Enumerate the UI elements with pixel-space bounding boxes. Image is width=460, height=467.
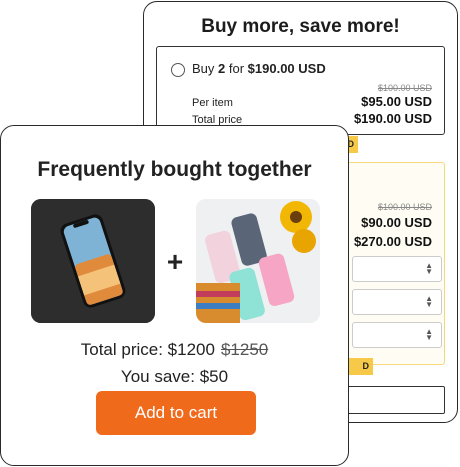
bundle-card: Frequently bought together + Total price… [0,125,349,466]
offer-option-buy-2[interactable]: Buy 2 for $190.00 USD $100.00 USD Per it… [156,46,445,135]
chevron-updown-icon: ▲ ▼ [425,327,433,342]
per-item-label: Per item [192,97,233,109]
bundle-old-price: $1250 [220,340,269,359]
bundle-title: Frequently bought together [37,158,312,181]
per-item-price: $90.00 USD [361,215,432,230]
add-to-cart-button[interactable]: Add to cart [96,391,256,435]
phone-image [31,199,155,323]
variant-select-3[interactable]: ▲ ▼ [352,322,442,348]
phone-product-image[interactable] [31,199,155,323]
volume-discount-title: Buy more, save more! [201,16,400,37]
chevron-updown-icon: ▲ ▼ [425,294,433,309]
total-price-value: $270.00 USD [353,234,432,249]
offer-label: Buy 2 for $190.00 USD [192,61,326,76]
cases-product-image[interactable] [196,199,320,323]
bundle-savings: You save: $50 [120,367,229,386]
per-item-price: $95.00 USD [361,94,432,109]
variant-select-1[interactable]: ▲ ▼ [352,256,442,282]
variant-select-2[interactable]: ▲ ▼ [352,289,442,315]
offer-radio[interactable] [171,63,185,77]
chevron-updown-icon: ▲ ▼ [425,261,433,276]
offer-compare-price: $100.00 USD [377,202,432,212]
bundle-total-price: Total price: $1200 $1250 [80,340,269,359]
phone-cases-image [196,199,320,323]
plus-icon: + [166,246,184,277]
offer-compare-price: $100.00 USD [377,83,432,93]
total-price-value: $190.00 USD [353,111,432,126]
